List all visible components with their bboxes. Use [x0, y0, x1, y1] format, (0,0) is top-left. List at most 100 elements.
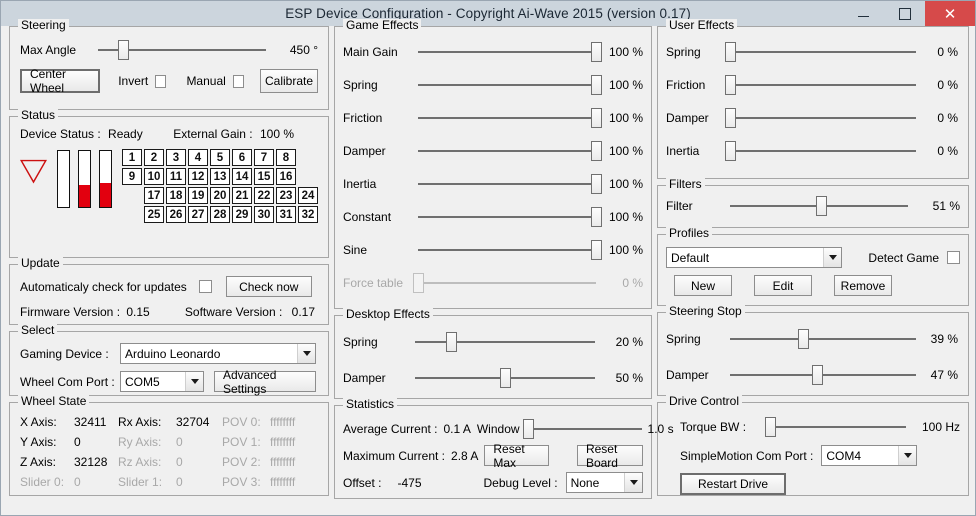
button-indicator[interactable]: 12: [188, 168, 208, 185]
button-indicator[interactable]: 13: [210, 168, 230, 185]
gaming-device-select[interactable]: Arduino Leonardo: [120, 343, 316, 364]
slider[interactable]: [417, 173, 602, 195]
slider[interactable]: [417, 107, 602, 129]
slider-thumb[interactable]: [797, 329, 809, 349]
button-indicator[interactable]: 9: [122, 168, 142, 185]
button-indicator[interactable]: 2: [144, 149, 164, 166]
slider-thumb[interactable]: [522, 419, 534, 439]
slider-thumb[interactable]: [725, 141, 736, 161]
button-indicator[interactable]: 1: [122, 149, 142, 166]
slider-thumb[interactable]: [812, 365, 824, 385]
button-indicator[interactable]: 7: [254, 149, 274, 166]
invert-checkbox[interactable]: [155, 74, 167, 88]
slider-thumb[interactable]: [590, 75, 602, 95]
slider[interactable]: [417, 206, 602, 228]
slider-thumb[interactable]: [764, 417, 776, 437]
button-indicator[interactable]: 32: [298, 206, 318, 223]
reset-max-button[interactable]: Reset Max: [484, 442, 549, 470]
max-angle-slider[interactable]: [98, 39, 266, 61]
minimize-button[interactable]: [843, 1, 884, 26]
button-indicator[interactable]: 11: [166, 168, 186, 185]
slider[interactable]: [725, 74, 916, 96]
slider[interactable]: [725, 140, 916, 162]
button-indicator[interactable]: 30: [254, 206, 274, 223]
slider[interactable]: [417, 74, 602, 96]
profile-select[interactable]: Default: [666, 247, 843, 268]
check-now-button[interactable]: Check now: [225, 276, 312, 297]
chevron-down-icon[interactable]: [898, 446, 917, 465]
slider[interactable]: [415, 331, 595, 353]
button-indicator[interactable]: 5: [210, 149, 230, 166]
detect-game-checkbox[interactable]: [947, 251, 960, 264]
wheel-state-item: POV 0: ffffffff: [222, 415, 295, 429]
com-port-select[interactable]: COM4: [821, 445, 918, 466]
button-indicator[interactable]: 23: [276, 187, 296, 204]
button-indicator[interactable]: 10: [144, 168, 164, 185]
new-profile-button[interactable]: New: [674, 275, 732, 296]
close-button[interactable]: ✕: [925, 1, 975, 26]
debug-level-select[interactable]: None: [565, 472, 643, 493]
button-indicator[interactable]: 26: [166, 206, 186, 223]
button-indicator[interactable]: 18: [166, 187, 186, 204]
maximize-button[interactable]: [884, 1, 925, 26]
slider-thumb[interactable]: [590, 42, 602, 62]
button-indicator[interactable]: 6: [232, 149, 252, 166]
slider-thumb[interactable]: [500, 368, 511, 388]
offset-label: Offset :: [343, 475, 382, 490]
edit-profile-button[interactable]: Edit: [754, 275, 812, 296]
slider[interactable]: [730, 364, 916, 386]
button-indicator[interactable]: 27: [188, 206, 208, 223]
remove-profile-button[interactable]: Remove: [834, 275, 892, 296]
auto-check-checkbox[interactable]: [198, 280, 212, 293]
slider-thumb[interactable]: [815, 196, 827, 216]
slider-thumb[interactable]: [590, 240, 602, 260]
button-indicator[interactable]: 28: [210, 206, 230, 223]
filter-slider[interactable]: [730, 195, 908, 217]
slider-thumb[interactable]: [590, 141, 602, 161]
chevron-down-icon[interactable]: [297, 344, 315, 363]
slider[interactable]: [730, 328, 916, 350]
slider-thumb[interactable]: [446, 332, 457, 352]
chevron-down-icon[interactable]: [624, 473, 642, 492]
button-indicator[interactable]: 17: [144, 187, 164, 204]
window-slider[interactable]: [522, 418, 642, 440]
slider[interactable]: [417, 41, 602, 63]
reset-board-button[interactable]: Reset Board: [576, 442, 643, 470]
slider[interactable]: [415, 367, 595, 389]
restart-drive-button[interactable]: Restart Drive: [680, 473, 786, 495]
torque-bw-slider[interactable]: [764, 416, 906, 438]
slider-thumb[interactable]: [118, 40, 130, 60]
chevron-down-icon[interactable]: [823, 248, 842, 267]
wheel-com-select[interactable]: COM5: [120, 371, 204, 392]
button-indicator[interactable]: 24: [298, 187, 318, 204]
slider[interactable]: [417, 239, 602, 261]
button-indicator[interactable]: 14: [232, 168, 252, 185]
slider[interactable]: [725, 41, 916, 63]
advanced-settings-button[interactable]: Advanced Settings: [214, 368, 316, 396]
button-indicator[interactable]: 20: [210, 187, 230, 204]
slider-thumb[interactable]: [590, 174, 602, 194]
slider[interactable]: [725, 107, 916, 129]
slider[interactable]: [417, 140, 602, 162]
center-wheel-button[interactable]: Center Wheel: [20, 67, 101, 95]
chevron-down-icon[interactable]: [185, 372, 203, 391]
slider-thumb[interactable]: [725, 75, 736, 95]
calibrate-button[interactable]: Calibrate: [260, 69, 318, 93]
button-indicator[interactable]: 19: [188, 187, 208, 204]
slider-thumb[interactable]: [590, 207, 602, 227]
button-indicator[interactable]: 3: [166, 149, 186, 166]
button-indicator[interactable]: 25: [144, 206, 164, 223]
manual-checkbox[interactable]: [232, 74, 244, 88]
button-indicator[interactable]: 31: [276, 206, 296, 223]
button-indicator[interactable]: 4: [188, 149, 208, 166]
button-indicator[interactable]: 8: [276, 149, 296, 166]
slider-thumb[interactable]: [590, 108, 602, 128]
button-indicator[interactable]: 21: [232, 187, 252, 204]
button-indicator[interactable]: 29: [232, 206, 252, 223]
button-indicator[interactable]: 16: [276, 168, 296, 185]
slider-thumb[interactable]: [725, 42, 736, 62]
slider-track: [417, 282, 596, 284]
slider-thumb[interactable]: [725, 108, 736, 128]
button-indicator[interactable]: 22: [254, 187, 274, 204]
button-indicator[interactable]: 15: [254, 168, 274, 185]
